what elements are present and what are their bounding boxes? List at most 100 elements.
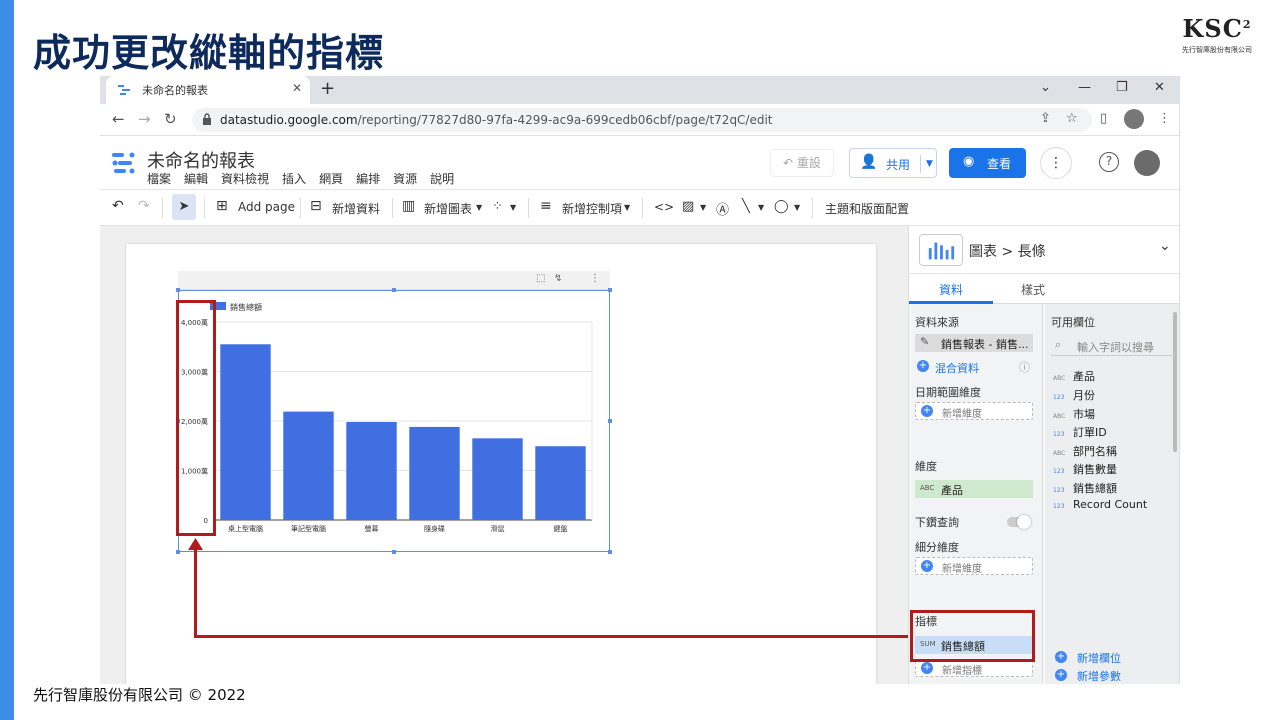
- add-data-button[interactable]: 新增資料: [332, 200, 380, 217]
- add-control-dropdown-icon[interactable]: ▼: [624, 203, 630, 212]
- restore-icon[interactable]: ❐: [1116, 80, 1128, 95]
- add-field-link[interactable]: 新增欄位: [1077, 650, 1121, 666]
- add-date-dimension[interactable]: + 新增維度: [915, 402, 1033, 420]
- redo-icon[interactable]: ↷: [138, 198, 150, 214]
- theme-layout-button[interactable]: 主題和版面配置: [825, 200, 909, 217]
- field-item[interactable]: ABC 市場: [1053, 406, 1095, 422]
- menu-item-edit[interactable]: 編輯: [184, 172, 208, 186]
- add-param-link[interactable]: 新增參數: [1077, 668, 1121, 684]
- field-search-input[interactable]: ⌕ 輸入字詞以搜尋: [1051, 336, 1175, 356]
- drilldown-toggle[interactable]: [1007, 515, 1031, 529]
- share-page-icon[interactable]: ⇪: [1040, 111, 1051, 126]
- field-item[interactable]: ABC 部門名稱: [1053, 443, 1117, 459]
- help-icon[interactable]: ?: [1099, 152, 1119, 172]
- browser-window: 未命名的報表 ✕ + ⌄ — ❐ ✕ ← → ↻ datastudio.goog…: [100, 76, 1180, 684]
- minimize-icon[interactable]: —: [1078, 80, 1091, 95]
- chart-sort-icon[interactable]: ↯: [554, 273, 562, 284]
- reset-button[interactable]: ↶ 重設: [770, 149, 834, 177]
- highlight-box-metric: [910, 610, 1035, 662]
- close-window-icon[interactable]: ✕: [1154, 80, 1165, 95]
- tab-search-icon[interactable]: ⌄: [1040, 80, 1051, 95]
- bar-chart-type-icon[interactable]: [919, 234, 963, 266]
- side-panel-icon[interactable]: ▯: [1100, 111, 1107, 126]
- arrow-head: [188, 538, 203, 550]
- browser-tab[interactable]: 未命名的報表 ✕: [106, 76, 310, 104]
- share-dropdown-icon[interactable]: ▼: [920, 155, 938, 173]
- text-box-icon[interactable]: Ⓐ: [716, 199, 729, 218]
- browser-menu-icon[interactable]: ⋮: [1158, 111, 1171, 126]
- shape-icon[interactable]: ◯: [774, 199, 789, 214]
- community-viz-icon[interactable]: ⁘: [492, 199, 503, 214]
- plus-icon: +: [921, 405, 933, 417]
- data-source-pill[interactable]: ✎ 銷售報表 - 銷售...: [915, 334, 1033, 352]
- arrow-line-vertical: [194, 546, 197, 638]
- share-button[interactable]: 👤 共用 ▼: [849, 148, 937, 178]
- add-chart-icon[interactable]: ▥: [402, 198, 415, 214]
- field-item[interactable]: 123 Record Count: [1053, 498, 1147, 511]
- data-settings-column: 資料來源 ✎ 銷售報表 - 銷售... + 混合資料 ⓘ 日期範圍維度 + 新增維…: [909, 304, 1043, 684]
- reload-icon[interactable]: ↻: [164, 110, 177, 128]
- scrollbar[interactable]: [1173, 312, 1177, 452]
- report-canvas: ⬚ ↯ ⋮ 銷售總額 0 1,000萬 2,000萬 3,000萬 4,000萬 桌上型電腦…: [100, 226, 908, 684]
- blend-plus-icon[interactable]: +: [917, 360, 929, 372]
- user-avatar[interactable]: [1134, 150, 1160, 176]
- image-dropdown-icon[interactable]: ▼: [700, 203, 706, 212]
- forward-icon[interactable]: →: [138, 110, 151, 128]
- profile-avatar[interactable]: [1124, 109, 1144, 129]
- menu-item-page[interactable]: 網頁: [319, 172, 343, 186]
- field-item[interactable]: 123 月份: [1053, 387, 1095, 403]
- menu-item-file[interactable]: 檔案: [147, 172, 171, 186]
- data-studio-logo-icon: [112, 152, 135, 174]
- line-dropdown-icon[interactable]: ▼: [758, 203, 764, 212]
- select-tool-icon[interactable]: ➤: [172, 194, 196, 220]
- eye-icon: ◉: [963, 154, 975, 169]
- line-icon[interactable]: ╲: [742, 199, 750, 214]
- field-item[interactable]: 123 訂單ID: [1053, 424, 1107, 440]
- menu-item-insert[interactable]: 插入: [282, 172, 306, 186]
- close-tab-icon[interactable]: ✕: [292, 81, 302, 95]
- report-page[interactable]: ⬚ ↯ ⋮ 銷售總額 0 1,000萬 2,000萬 3,000萬 4,000萬 桌上型電腦…: [126, 244, 876, 684]
- new-tab-icon[interactable]: +: [320, 78, 335, 99]
- add-chart-button[interactable]: 新增圖表: [424, 200, 472, 217]
- add-param-plus-icon[interactable]: +: [1055, 669, 1067, 681]
- image-icon[interactable]: ▨: [682, 199, 694, 214]
- chart-select-icon[interactable]: ⬚: [536, 273, 545, 284]
- bar-chart[interactable]: 銷售總額01,000萬2,000萬3,000萬4,000萬桌上型電腦 筆記型電腦螢…: [178, 290, 610, 552]
- view-button[interactable]: ◉ 查看: [949, 148, 1026, 178]
- filter-icon[interactable]: ≡: [540, 198, 552, 214]
- undo-icon[interactable]: ↶: [112, 198, 124, 214]
- dimension-pill[interactable]: ABC 產品: [915, 480, 1033, 498]
- field-item[interactable]: ABC 產品: [1053, 368, 1095, 384]
- crumb-separator: >: [1001, 244, 1014, 260]
- chevron-down-icon[interactable]: ⌄: [1159, 238, 1171, 254]
- menu-item-view[interactable]: 資料檢視: [221, 172, 269, 186]
- more-options-icon[interactable]: ⋮: [1040, 147, 1072, 179]
- back-icon[interactable]: ←: [112, 110, 125, 128]
- x-tick-label: 筆記型電腦: [291, 524, 326, 533]
- add-page-icon[interactable]: ⊞: [216, 198, 228, 214]
- add-field-plus-icon[interactable]: +: [1055, 651, 1067, 663]
- add-control-button[interactable]: 新增控制項: [562, 200, 622, 217]
- field-item[interactable]: 123 銷售數量: [1053, 461, 1117, 477]
- add-breakdown-dimension[interactable]: + 新增維度: [915, 557, 1033, 575]
- pencil-icon[interactable]: ✎: [920, 335, 929, 348]
- date-range-label: 日期範圍維度: [915, 386, 981, 399]
- menu-item-help[interactable]: 說明: [430, 172, 454, 186]
- menu-item-arrange[interactable]: 編排: [356, 172, 380, 186]
- field-item[interactable]: 123 銷售總額: [1053, 480, 1117, 496]
- help-circle-icon[interactable]: ⓘ: [1019, 359, 1030, 375]
- community-viz-dropdown-icon[interactable]: ▼: [510, 203, 516, 212]
- embed-code-icon[interactable]: <>: [654, 200, 674, 214]
- shape-dropdown-icon[interactable]: ▼: [794, 203, 800, 212]
- blend-data-link[interactable]: 混合資料: [935, 360, 979, 376]
- chart-menu-icon[interactable]: ⋮: [590, 273, 600, 284]
- url-field[interactable]: datastudio.google.com/reporting/77827d80…: [192, 108, 1092, 132]
- tab-style[interactable]: 樣式: [1021, 281, 1045, 298]
- add-chart-dropdown-icon[interactable]: ▼: [476, 203, 482, 212]
- bookmark-star-icon[interactable]: ☆: [1066, 111, 1078, 126]
- menu-item-resource[interactable]: 資源: [393, 172, 417, 186]
- slide: 成功更改縱軸的指標 KSC2 先行智庫股份有限公司 未命名的報表 ✕ + ⌄ —…: [0, 0, 1280, 720]
- tab-data[interactable]: 資料: [939, 281, 963, 298]
- add-page-button[interactable]: Add page: [238, 200, 295, 214]
- add-data-icon[interactable]: ⊟: [310, 198, 322, 214]
